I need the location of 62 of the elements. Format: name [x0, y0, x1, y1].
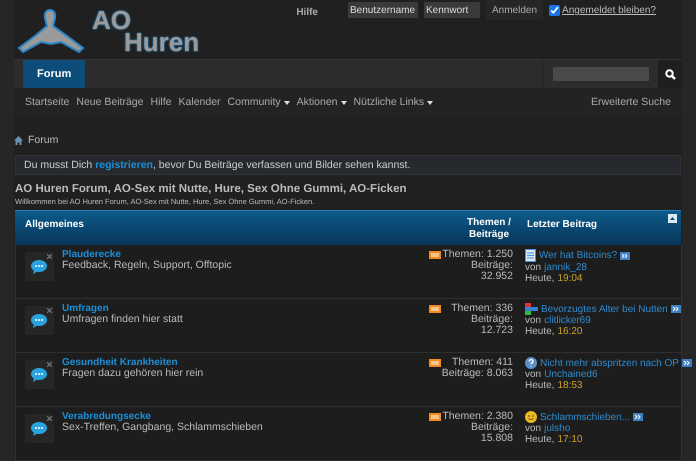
by-label: von: [525, 369, 542, 380]
help-link[interactable]: Hilfe: [296, 5, 318, 20]
last-post-link[interactable]: Nicht mehr abspritzen nach OP: [540, 358, 679, 368]
last-post-link[interactable]: Wer hat Bitcoins?: [539, 250, 618, 261]
nav-link[interactable]: Startseite: [25, 94, 70, 110]
post-date: Heute,: [525, 326, 554, 337]
forum-stats: Beiträge: 8.063: [442, 368, 513, 379]
forum-stats: Themen: 2.380: [442, 411, 513, 422]
logo-text: AO: [92, 8, 131, 31]
nav-link[interactable]: Community: [228, 94, 290, 110]
login-button[interactable]: Anmelden: [486, 0, 544, 20]
advanced-search-link[interactable]: Erweiterte Suche: [591, 94, 671, 110]
nav-link[interactable]: Nützliche Links: [354, 94, 434, 110]
password-field[interactable]: Kennwort: [424, 2, 480, 18]
post-time: 18:53: [557, 380, 582, 391]
username-field[interactable]: Benutzername: [348, 2, 418, 18]
forum-stats: Themen: 411: [452, 357, 513, 368]
forum-stats: Themen: 1.250: [442, 249, 513, 260]
forum-stats: Beiträge:: [470, 260, 513, 271]
post-date: Heute,: [525, 273, 554, 284]
column-header: Beiträge: [468, 229, 509, 241]
author-link[interactable]: julsho: [544, 423, 570, 434]
page-title: AO Huren Forum, AO-Sex mit Nutte, Hure, Sex Ohne Gummi, AO-Ficken: [15, 182, 408, 196]
nav-link[interactable]: Kalender: [178, 94, 221, 110]
forum-stats: Beiträge:: [470, 314, 513, 325]
forum-title-link[interactable]: Plauderecke: [62, 249, 429, 260]
nav-link[interactable]: Hilfe: [150, 94, 172, 110]
category-title: Allgemeines: [24, 218, 85, 232]
column-header: Letzter Beitrag: [526, 218, 598, 232]
post-time: 19:04: [557, 273, 582, 284]
author-link[interactable]: clitlicker69: [544, 315, 591, 326]
logo-text: Huren: [124, 30, 200, 53]
forum-title-link[interactable]: Umfragen: [62, 303, 429, 314]
remember-label[interactable]: Angemeldet bleiben?: [562, 3, 656, 18]
author-link[interactable]: Unchained6: [544, 369, 598, 380]
nav-link[interactable]: Aktionen: [296, 94, 347, 110]
last-post-link[interactable]: Bevorzugtes Alter bei Nutten: [541, 304, 668, 314]
forum-title-link[interactable]: Verabredungsecke: [62, 411, 429, 422]
forum-description: Feedback, Regeln, Support, Offtopic: [62, 260, 233, 271]
breadcrumb-link[interactable]: Forum: [28, 133, 58, 149]
post-time: 16:20: [557, 326, 582, 337]
by-label: von: [525, 262, 542, 273]
forum-stats: Themen: 336: [451, 303, 513, 314]
forum-stats: 32.952: [480, 271, 513, 282]
forum-title-link[interactable]: Gesundheit Krankheiten: [62, 357, 429, 368]
forum-description: Sex-Treffen, Gangbang, Schlammschieben: [62, 422, 264, 433]
post-date: Heute,: [525, 434, 554, 445]
register-notice: Du musst Dich registrieren, bevor Du Beiträge verfassen und Bilder sehen kannst.: [15, 154, 681, 175]
post-date: Heute,: [525, 380, 554, 391]
forum-description: Fragen dazu gehören hier rein: [62, 368, 204, 379]
by-label: von: [525, 423, 542, 434]
forum-stats: 15.808: [480, 433, 513, 444]
forum-tab[interactable]: Forum: [23, 60, 86, 88]
forum-stats: 12.723: [480, 325, 513, 336]
nav-link[interactable]: Neue Beiträge: [76, 94, 144, 110]
forum-description: Umfragen finden hier statt: [62, 314, 184, 325]
forum-stats: Beiträge:: [470, 422, 513, 433]
post-time: 17:10: [557, 434, 582, 445]
by-label: von: [525, 315, 542, 326]
author-link[interactable]: jannik_28: [544, 262, 587, 273]
last-post-link[interactable]: Schlammschieben...: [540, 412, 630, 422]
column-header: Themen /: [467, 217, 511, 229]
